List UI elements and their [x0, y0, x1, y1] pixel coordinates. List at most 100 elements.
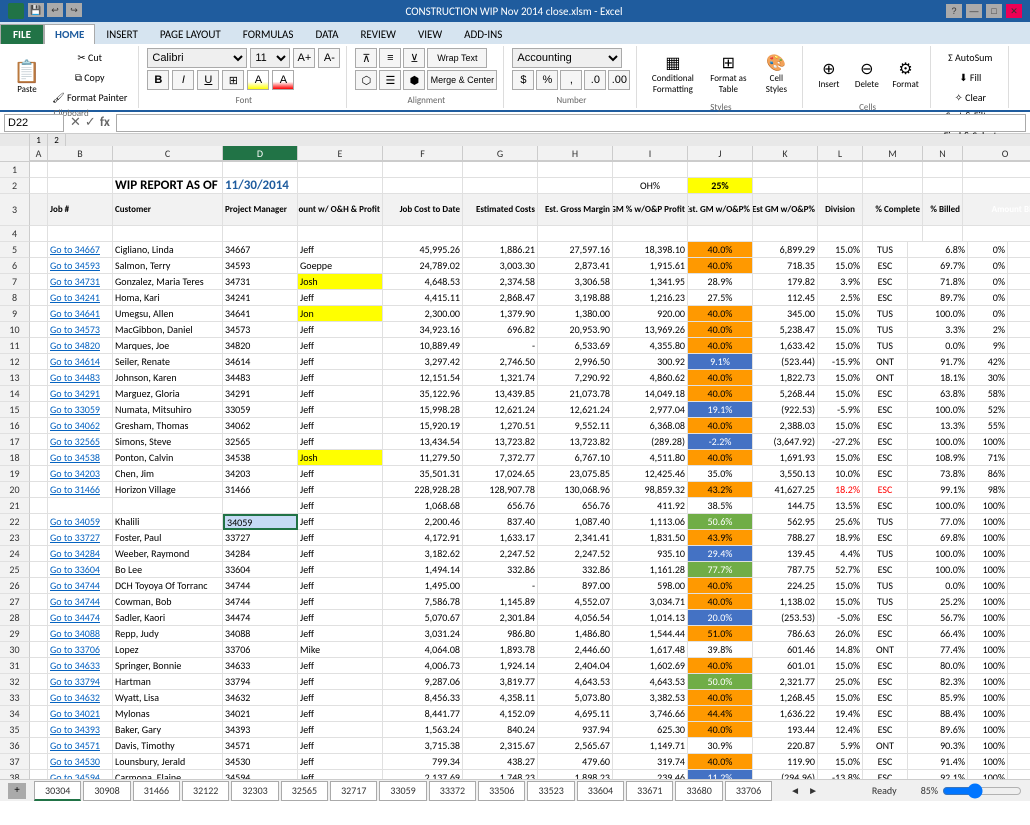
row-num-11[interactable]: 11: [0, 338, 30, 354]
cell-F38[interactable]: 2,137.69: [383, 770, 463, 779]
cell-B8[interactable]: Go to 34241: [48, 290, 113, 306]
cell-H30[interactable]: 2,446.60: [538, 642, 613, 658]
cell-L7[interactable]: ESC: [863, 274, 908, 290]
cell-D32[interactable]: 33794: [223, 674, 298, 690]
cell-F12[interactable]: 3,297.42: [383, 354, 463, 370]
row-num-17[interactable]: 17: [0, 434, 30, 450]
cell-C4[interactable]: [113, 226, 223, 242]
cell-C22[interactable]: Khalili: [113, 514, 223, 530]
cell-B32[interactable]: Go to 33794: [48, 674, 113, 690]
cell-C30[interactable]: Lopez: [113, 642, 223, 658]
cell-I17[interactable]: (289.28): [613, 434, 688, 450]
cell-O18[interactable]: 8,051.06: [1008, 450, 1030, 466]
cell-B24[interactable]: Go to 34284: [48, 546, 113, 562]
cell-C25[interactable]: Bo Lee: [113, 562, 223, 578]
undo-btn[interactable]: ↩: [47, 3, 63, 17]
cell-O2[interactable]: [963, 178, 1030, 194]
cell-D8[interactable]: 34241: [223, 290, 298, 306]
cell-E31[interactable]: Jeff: [298, 658, 383, 674]
cell-L27[interactable]: TUS: [863, 594, 908, 610]
cell-C21[interactable]: [113, 498, 223, 514]
cell-H19[interactable]: 23,075.85: [538, 466, 613, 482]
cell-L18[interactable]: ESC: [863, 450, 908, 466]
zoom-slider[interactable]: [942, 783, 1022, 799]
cell-H33[interactable]: 5,073.80: [538, 690, 613, 706]
name-box[interactable]: D22: [4, 114, 64, 132]
cell-N22[interactable]: 100%: [968, 514, 1008, 530]
cell-F11[interactable]: 10,889.49: [383, 338, 463, 354]
cell-M8[interactable]: 89.7%: [908, 290, 968, 306]
cell-I20[interactable]: 98,859.32: [613, 482, 688, 498]
cell-C33[interactable]: Wyatt, Lisa: [113, 690, 223, 706]
cell-L32[interactable]: ESC: [863, 674, 908, 690]
cell-F35[interactable]: 1,563.24: [383, 722, 463, 738]
cell-O28[interactable]: 5,070.67: [1008, 610, 1030, 626]
cell-H24[interactable]: 2,247.52: [538, 546, 613, 562]
cell-O15[interactable]: 8,187.80: [1008, 402, 1030, 418]
cell-H8[interactable]: 3,198.88: [538, 290, 613, 306]
cell-F10[interactable]: 34,923.16: [383, 322, 463, 338]
col-header-B[interactable]: B: [48, 146, 113, 161]
col-header-L[interactable]: L: [818, 146, 863, 161]
cell-G24[interactable]: 2,247.52: [463, 546, 538, 562]
tab-insert[interactable]: INSERT: [95, 24, 149, 44]
cell-F8[interactable]: 4,415.11: [383, 290, 463, 306]
formula-input[interactable]: ='34059'!E$3: [116, 114, 1026, 132]
cell-K17[interactable]: -27.2%: [818, 434, 863, 450]
cell-G34[interactable]: 4,152.09: [463, 706, 538, 722]
cell-I37[interactable]: 319.74: [613, 754, 688, 770]
cell-E28[interactable]: Jeff: [298, 610, 383, 626]
cell-K33[interactable]: 15.0%: [818, 690, 863, 706]
cell-J34[interactable]: 1,636.22: [753, 706, 818, 722]
cell-B25[interactable]: Go to 33604: [48, 562, 113, 578]
row-num-2[interactable]: 2: [0, 178, 30, 194]
cell-B15[interactable]: Go to 33059: [48, 402, 113, 418]
sheet-tab-33604[interactable]: 33604: [577, 781, 624, 801]
cell-O9[interactable]: -: [1008, 306, 1030, 322]
cell-L2[interactable]: [818, 178, 863, 194]
cell-H34[interactable]: 4,695.11: [538, 706, 613, 722]
cell-A35[interactable]: [30, 722, 48, 738]
cell-C38[interactable]: Carmona, Elaine: [113, 770, 223, 779]
cell-G8[interactable]: 2,868.47: [463, 290, 538, 306]
cell-D6[interactable]: 34593: [223, 258, 298, 274]
autosum-btn[interactable]: Σ AutoSum: [943, 48, 997, 66]
tab-review[interactable]: REVIEW: [349, 24, 407, 44]
cell-I8[interactable]: 1,216.23: [613, 290, 688, 306]
cell-M37[interactable]: 91.4%: [908, 754, 968, 770]
cell-K22[interactable]: 25.6%: [818, 514, 863, 530]
cell-N10[interactable]: 2%: [968, 322, 1008, 338]
cell-Ipct28[interactable]: 20.0%: [688, 610, 753, 626]
cell-A34[interactable]: [30, 706, 48, 722]
row-num-10[interactable]: 10: [0, 322, 30, 338]
cell-B9[interactable]: Go to 34641: [48, 306, 113, 322]
cell-J30[interactable]: 601.46: [753, 642, 818, 658]
cell-K25[interactable]: 52.7%: [818, 562, 863, 578]
col-header-N[interactable]: N: [923, 146, 963, 161]
cell-F5[interactable]: 45,995.26: [383, 242, 463, 258]
cell-H1[interactable]: [538, 162, 613, 178]
cell-L9[interactable]: TUS: [863, 306, 908, 322]
cell-I33[interactable]: 3,382.53: [613, 690, 688, 706]
cell-E5[interactable]: Jeff: [298, 242, 383, 258]
sheet-tab-33506[interactable]: 33506: [478, 781, 525, 801]
cell-N20[interactable]: 98%: [968, 482, 1008, 498]
cell-D15[interactable]: 33059: [223, 402, 298, 418]
cell-J33[interactable]: 1,268.45: [753, 690, 818, 706]
cell-Ipct7[interactable]: 28.9%: [688, 274, 753, 290]
cell-E36[interactable]: Jeff: [298, 738, 383, 754]
cell-Ipct13[interactable]: 40.0%: [688, 370, 753, 386]
cell-E22[interactable]: Jeff: [298, 514, 383, 530]
cell-K2[interactable]: [753, 178, 818, 194]
cell-E19[interactable]: Jeff: [298, 466, 383, 482]
cell-D24[interactable]: 34284: [223, 546, 298, 562]
cell-F17[interactable]: 13,434.54: [383, 434, 463, 450]
cell-J19[interactable]: 3,550.13: [753, 466, 818, 482]
cell-A31[interactable]: [30, 658, 48, 674]
cell-M20[interactable]: 99.1%: [908, 482, 968, 498]
cell-B18[interactable]: Go to 34538: [48, 450, 113, 466]
cell-J14[interactable]: 5,268.44: [753, 386, 818, 402]
cell-O11[interactable]: 1,000.00: [1008, 338, 1030, 354]
cell-M28[interactable]: 56.7%: [908, 610, 968, 626]
cell-E30[interactable]: Mike: [298, 642, 383, 658]
